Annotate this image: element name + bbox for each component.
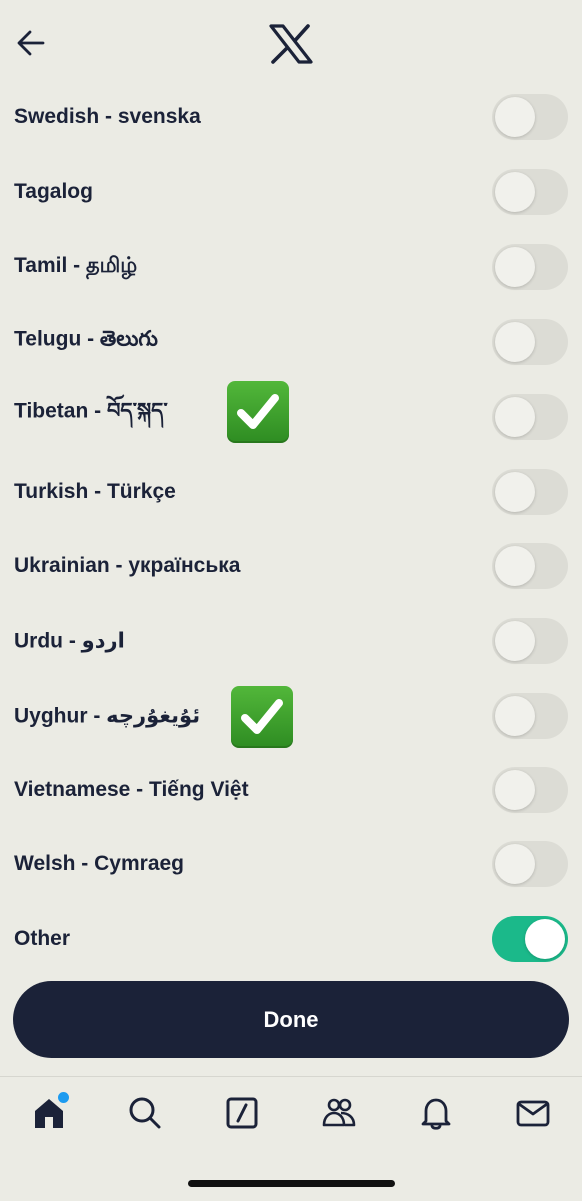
- language-label: Turkish - Türkçe: [14, 480, 176, 503]
- language-label: Urdu - اردو: [14, 629, 125, 653]
- back-arrow-icon[interactable]: [14, 26, 48, 60]
- toggle-knob: [495, 472, 535, 512]
- language-toggle[interactable]: [492, 169, 568, 215]
- language-toggle[interactable]: [492, 469, 568, 515]
- search-icon[interactable]: [127, 1095, 163, 1131]
- toggle-knob: [495, 97, 535, 137]
- language-label: Uyghur - ئۇيغۇرچە: [14, 704, 201, 728]
- toggle-knob: [495, 844, 535, 884]
- language-label: Welsh - Cymraeg: [14, 852, 184, 875]
- language-label: Tagalog: [14, 180, 93, 203]
- language-label: Ukrainian - українська: [14, 554, 241, 577]
- language-toggle[interactable]: [492, 244, 568, 290]
- header: [0, 0, 582, 78]
- toggle-knob: [495, 172, 535, 212]
- notification-dot: [56, 1090, 71, 1105]
- toggle-knob: [495, 322, 535, 362]
- language-toggle[interactable]: [492, 94, 568, 140]
- language-row-tamil: Tamil - தமிழ்: [0, 230, 582, 304]
- language-toggle[interactable]: [492, 618, 568, 664]
- language-label: Swedish - svenska: [14, 105, 201, 128]
- home-indicator: [188, 1180, 395, 1187]
- language-toggle[interactable]: [492, 693, 568, 739]
- language-row-other: Other: [0, 902, 582, 976]
- language-row-telugu: Telugu - తెలుగు: [0, 305, 582, 379]
- toggle-knob: [495, 696, 535, 736]
- language-row-swedish: Swedish - svenska: [0, 80, 582, 154]
- language-toggle[interactable]: [492, 767, 568, 813]
- done-button[interactable]: Done: [13, 981, 569, 1058]
- language-label: Tibetan - བོད་སྐད་: [14, 399, 168, 423]
- check-mark-icon: [227, 381, 289, 443]
- language-row-vietnamese: Vietnamese - Tiếng Việt: [0, 753, 582, 827]
- compose-icon[interactable]: [224, 1095, 260, 1131]
- check-mark-icon: [231, 686, 293, 748]
- language-row-urdu: Urdu - اردو: [0, 604, 582, 678]
- toggle-knob: [495, 546, 535, 586]
- language-toggle[interactable]: [492, 319, 568, 365]
- language-toggle[interactable]: [492, 543, 568, 589]
- toggle-knob: [495, 247, 535, 287]
- communities-icon[interactable]: [321, 1095, 357, 1131]
- language-toggle[interactable]: [492, 841, 568, 887]
- toggle-knob: [495, 770, 535, 810]
- language-label: Telugu - తెలుగు: [14, 327, 158, 351]
- language-toggle[interactable]: [492, 916, 568, 962]
- language-label: Vietnamese - Tiếng Việt: [14, 778, 249, 801]
- language-row-welsh: Welsh - Cymraeg: [0, 827, 582, 901]
- notifications-icon[interactable]: [418, 1095, 454, 1131]
- toggle-knob: [525, 919, 565, 959]
- language-row-ukrainian: Ukrainian - українська: [0, 529, 582, 603]
- language-toggle[interactable]: [492, 394, 568, 440]
- language-row-tagalog: Tagalog: [0, 155, 582, 229]
- language-row-tibetan: Tibetan - བོད་སྐད་: [0, 380, 582, 454]
- language-label: Tamil - தமிழ்: [14, 254, 138, 277]
- messages-icon[interactable]: [515, 1095, 551, 1131]
- language-row-turkish: Turkish - Türkçe: [0, 455, 582, 529]
- language-label: Other: [14, 927, 71, 950]
- toggle-knob: [495, 621, 535, 661]
- toggle-knob: [495, 397, 535, 437]
- x-logo-icon: [268, 24, 314, 64]
